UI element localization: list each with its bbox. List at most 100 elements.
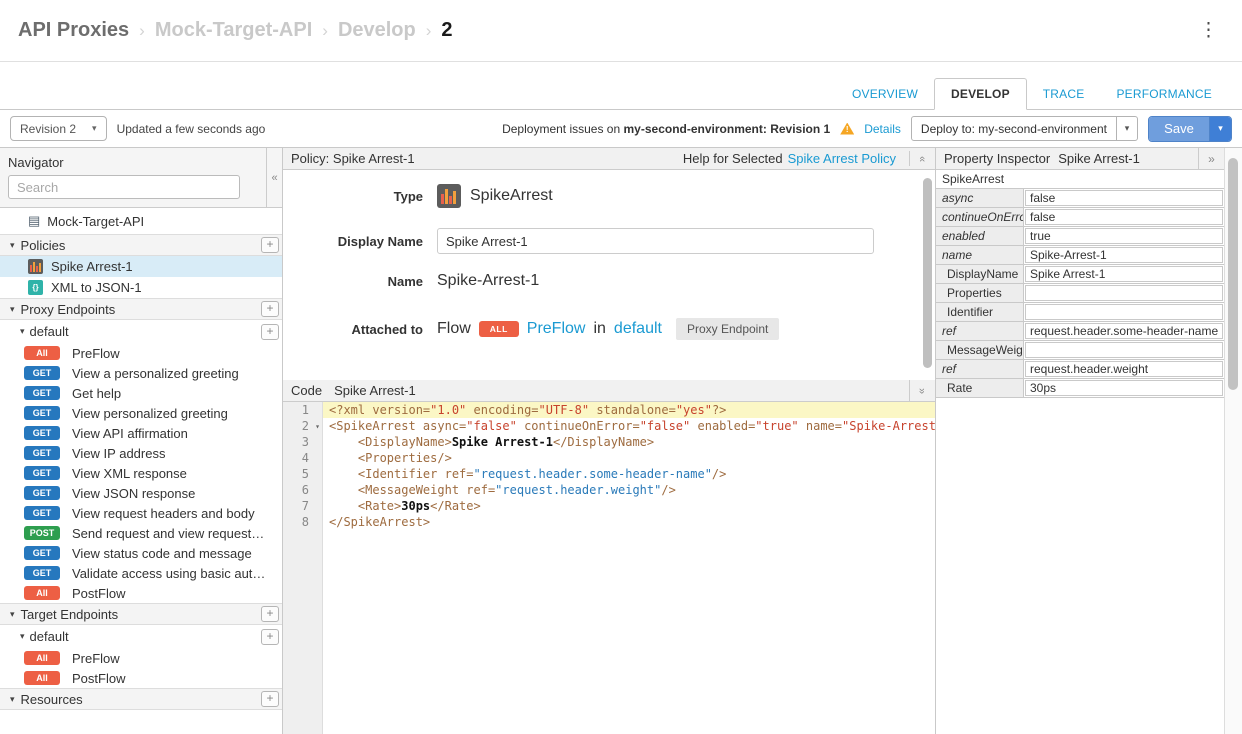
- save-dropdown-button[interactable]: ▾: [1209, 117, 1231, 141]
- add-button[interactable]: +: [261, 629, 279, 645]
- scrollbar-thumb[interactable]: [1228, 158, 1238, 390]
- spike-arrest-icon: [28, 259, 43, 274]
- chevron-down-icon[interactable]: ▾: [10, 694, 15, 705]
- collapse-code-panel-button[interactable]: «: [909, 380, 935, 401]
- fold-arrow-icon[interactable]: ▾: [315, 419, 320, 435]
- flow-item-view-api-affirmation[interactable]: GETView API affirmation: [0, 423, 282, 443]
- chevron-down-icon[interactable]: ▾: [1116, 117, 1137, 140]
- code-line[interactable]: </SpikeArrest>: [323, 514, 935, 530]
- group-default[interactable]: ▾default+: [0, 320, 282, 343]
- flow-item-preflow[interactable]: AllPreFlow: [0, 648, 282, 668]
- expand-inspector-button[interactable]: »: [1198, 148, 1224, 169]
- chevron-down-icon[interactable]: ▾: [10, 304, 15, 315]
- deploy-dropdown[interactable]: Deploy to: my-second-environment ▾: [911, 116, 1138, 141]
- inspector-row-name: nameSpike-Arrest-1: [936, 246, 1224, 265]
- tab-develop[interactable]: DEVELOP: [934, 78, 1027, 110]
- breadcrumb-item-develop[interactable]: Develop: [338, 19, 416, 42]
- vertical-scrollbar[interactable]: [1224, 148, 1242, 734]
- flow-item-view-ip-address[interactable]: GETView IP address: [0, 443, 282, 463]
- help-link[interactable]: Spike Arrest Policy: [788, 151, 896, 166]
- group-default[interactable]: ▾default+: [0, 625, 282, 648]
- add-button[interactable]: +: [261, 606, 279, 622]
- save-button[interactable]: Save: [1149, 117, 1209, 141]
- flow-item-send-request-and-view-request[interactable]: POSTSend request and view request…: [0, 523, 282, 543]
- code-line[interactable]: <SpikeArrest async="false" continueOnErr…: [323, 418, 935, 434]
- flow-item-view-request-headers-and-body[interactable]: GETView request headers and body: [0, 503, 282, 523]
- property-value-input[interactable]: false: [1025, 209, 1223, 225]
- chevron-down-icon[interactable]: ▾: [10, 240, 15, 251]
- code-line[interactable]: <DisplayName>Spike Arrest-1</DisplayName…: [323, 434, 935, 450]
- chevron-down-icon[interactable]: ▾: [20, 326, 25, 337]
- flow-item-validate-access-using-basic-aut[interactable]: GETValidate access using basic aut…: [0, 563, 282, 583]
- search-input[interactable]: [8, 175, 240, 199]
- collapse-policy-panel-button[interactable]: «: [909, 151, 935, 166]
- sidebar-item-label: Mock-Target-API: [47, 214, 144, 229]
- code-line[interactable]: <MessageWeight ref="request.header.weigh…: [323, 482, 935, 498]
- sidebar-item-spike-arrest-1[interactable]: Spike Arrest-1: [0, 256, 282, 277]
- more-menu-icon[interactable]: ⋮: [1193, 19, 1224, 42]
- collapse-icon: «: [271, 172, 277, 184]
- details-link[interactable]: Details: [864, 122, 901, 136]
- chevron-down-icon[interactable]: ▾: [10, 609, 15, 620]
- policy-scrollbar-thumb[interactable]: [923, 178, 932, 368]
- section-policies[interactable]: ▾Policies+: [0, 234, 282, 256]
- code-lines[interactable]: <?xml version="1.0" encoding="UTF-8" sta…: [323, 402, 935, 734]
- sidebar-item-mock-target-api[interactable]: ▤Mock-Target-API: [0, 208, 282, 234]
- section-target-endpoints[interactable]: ▾Target Endpoints+: [0, 603, 282, 625]
- add-button[interactable]: +: [261, 237, 279, 253]
- tab-overview[interactable]: OVERVIEW: [836, 79, 934, 109]
- flow-item-label: View personalized greeting: [72, 406, 228, 421]
- inspector-row-displayname: DisplayNameSpike Arrest-1: [936, 265, 1224, 284]
- revision-select[interactable]: Revision 2 ▾: [10, 116, 107, 141]
- add-button[interactable]: +: [261, 691, 279, 707]
- property-value-input[interactable]: request.header.weight: [1025, 361, 1223, 377]
- property-value-input[interactable]: 30ps: [1025, 380, 1223, 396]
- property-value-input[interactable]: [1025, 342, 1223, 358]
- property-value-input[interactable]: [1025, 285, 1223, 301]
- property-label: DisplayName: [936, 265, 1024, 283]
- code-line[interactable]: <Properties/>: [323, 450, 935, 466]
- property-value-input[interactable]: [1025, 304, 1223, 320]
- property-value-input[interactable]: request.header.some-header-name: [1025, 323, 1223, 339]
- flow-item-postflow[interactable]: AllPostFlow: [0, 583, 282, 603]
- property-value-input[interactable]: Spike Arrest-1: [1025, 266, 1223, 282]
- flow-item-label: PostFlow: [72, 586, 125, 601]
- preflow-link[interactable]: PreFlow: [527, 320, 586, 338]
- property-label: Identifier: [936, 303, 1024, 321]
- section-resources[interactable]: ▾Resources+: [0, 688, 282, 710]
- code-line[interactable]: <Rate>30ps</Rate>: [323, 498, 935, 514]
- code-line[interactable]: <?xml version="1.0" encoding="UTF-8" sta…: [323, 402, 935, 418]
- line-number: 3: [283, 434, 322, 450]
- flow-item-view-a-personalized-greeting[interactable]: GETView a personalized greeting: [0, 363, 282, 383]
- add-button[interactable]: +: [261, 324, 279, 340]
- flow-item-view-status-code-and-message[interactable]: GETView status code and message: [0, 543, 282, 563]
- flow-item-label: Get help: [72, 386, 121, 401]
- sidebar-item-xml-to-json-1[interactable]: {}XML to JSON-1: [0, 277, 282, 298]
- inspector-header: Property Inspector Spike Arrest-1 »: [936, 148, 1224, 170]
- property-value-input[interactable]: Spike-Arrest-1: [1025, 247, 1223, 263]
- collapse-sidebar-button[interactable]: «: [266, 148, 282, 207]
- app-window: API Proxies›Mock-Target-API›Develop›2 ⋮ …: [0, 0, 1242, 734]
- add-button[interactable]: +: [261, 301, 279, 317]
- display-name-input[interactable]: [437, 228, 874, 254]
- code-line[interactable]: <Identifier ref="request.header.some-hea…: [323, 466, 935, 482]
- code-editor[interactable]: 12▾345678 <?xml version="1.0" encoding="…: [283, 402, 935, 734]
- flow-item-view-xml-response[interactable]: GETView XML response: [0, 463, 282, 483]
- flow-item-get-help[interactable]: GETGet help: [0, 383, 282, 403]
- breadcrumb-item-mock-target-api[interactable]: Mock-Target-API: [155, 19, 312, 42]
- breadcrumb-item-api-proxies[interactable]: API Proxies: [18, 19, 129, 42]
- flow-item-postflow[interactable]: AllPostFlow: [0, 668, 282, 688]
- flow-item-preflow[interactable]: AllPreFlow: [0, 343, 282, 363]
- flow-item-view-json-response[interactable]: GETView JSON response: [0, 483, 282, 503]
- tab-performance[interactable]: PERFORMANCE: [1100, 79, 1228, 109]
- property-value-input[interactable]: false: [1025, 190, 1223, 206]
- default-endpoint-link[interactable]: default: [614, 320, 662, 338]
- method-badge-get: GET: [24, 566, 60, 580]
- tab-trace[interactable]: TRACE: [1027, 79, 1101, 109]
- flow-item-view-personalized-greeting[interactable]: GETView personalized greeting: [0, 403, 282, 423]
- chevron-down-icon[interactable]: ▾: [20, 631, 25, 642]
- proxy-endpoint-chip: Proxy Endpoint: [676, 318, 779, 340]
- property-value-input[interactable]: true: [1025, 228, 1223, 244]
- section-proxy-endpoints[interactable]: ▾Proxy Endpoints+: [0, 298, 282, 320]
- property-label: continueOnError: [936, 208, 1024, 226]
